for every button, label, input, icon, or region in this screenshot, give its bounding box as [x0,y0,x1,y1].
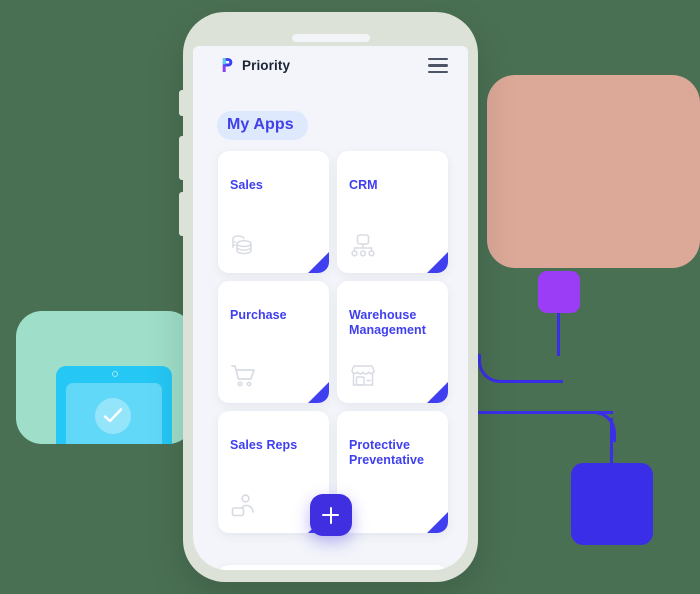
connector-wire-bottom-corner [588,411,616,442]
connector-wire-top-elbow [478,354,563,383]
database-stack-icon [229,231,259,261]
app-card-title: CRM [349,178,378,192]
phone-side-button-silent[interactable] [179,90,184,116]
app-card-warehouse-management[interactable]: Warehouse Management [337,281,448,403]
phone-earpiece-speaker [291,34,370,42]
app-card-crm[interactable]: CRM [337,151,448,273]
my-apps-section-label: My Apps [217,111,308,140]
app-card-partial-next-row[interactable] [218,565,448,570]
card-corner-fold [427,252,448,273]
app-card-title: Warehouse Management [349,308,426,337]
brand-name: Priority [242,57,291,73]
app-card-title: Sales [230,178,263,192]
card-corner-fold [308,382,329,403]
device-camera-icon [112,371,118,377]
card-corner-fold [308,252,329,273]
person-laptop-icon [229,491,259,521]
org-chart-icon [348,231,378,261]
connector-wire-top-vertical [557,313,560,356]
app-card-sales[interactable]: Sales [218,151,329,273]
app-card-title: Purchase [230,308,287,322]
salmon-rounded-block [487,75,700,268]
check-circle-icon [95,398,131,434]
app-card-purchase[interactable]: Purchase [218,281,329,403]
phone-side-button-volume-up[interactable] [179,136,184,180]
brand-logo-group[interactable]: Priority [222,57,290,73]
app-card-title: Protective Preventative [349,438,424,467]
app-card-title: Sales Reps [230,438,298,452]
hamburger-line-2 [428,64,448,67]
shopping-cart-icon [229,361,259,391]
add-app-fab-button[interactable] [309,494,352,536]
card-corner-fold [427,382,448,403]
phone-mockup: Priority My Apps Sales CRM Purchase Ware… [179,12,478,582]
app-header: Priority [193,46,468,88]
hamburger-line-3 [428,70,448,73]
scene: Priority My Apps Sales CRM Purchase Ware… [0,0,700,594]
app-card-grid: Sales CRM Purchase Warehouse Management … [218,151,448,533]
blue-square-node [571,463,653,545]
phone-side-button-volume-down[interactable] [179,192,184,236]
purple-square-node [538,271,580,313]
hamburger-line-1 [428,58,448,61]
phone-screen: Priority My Apps Sales CRM Purchase Ware… [193,46,468,570]
card-corner-fold [427,512,448,533]
priority-p-logo-icon [222,57,237,73]
app-card-protective-preventative[interactable]: Protective Preventative [337,411,448,533]
hamburger-menu-icon[interactable] [428,58,448,73]
storefront-icon [348,361,378,391]
